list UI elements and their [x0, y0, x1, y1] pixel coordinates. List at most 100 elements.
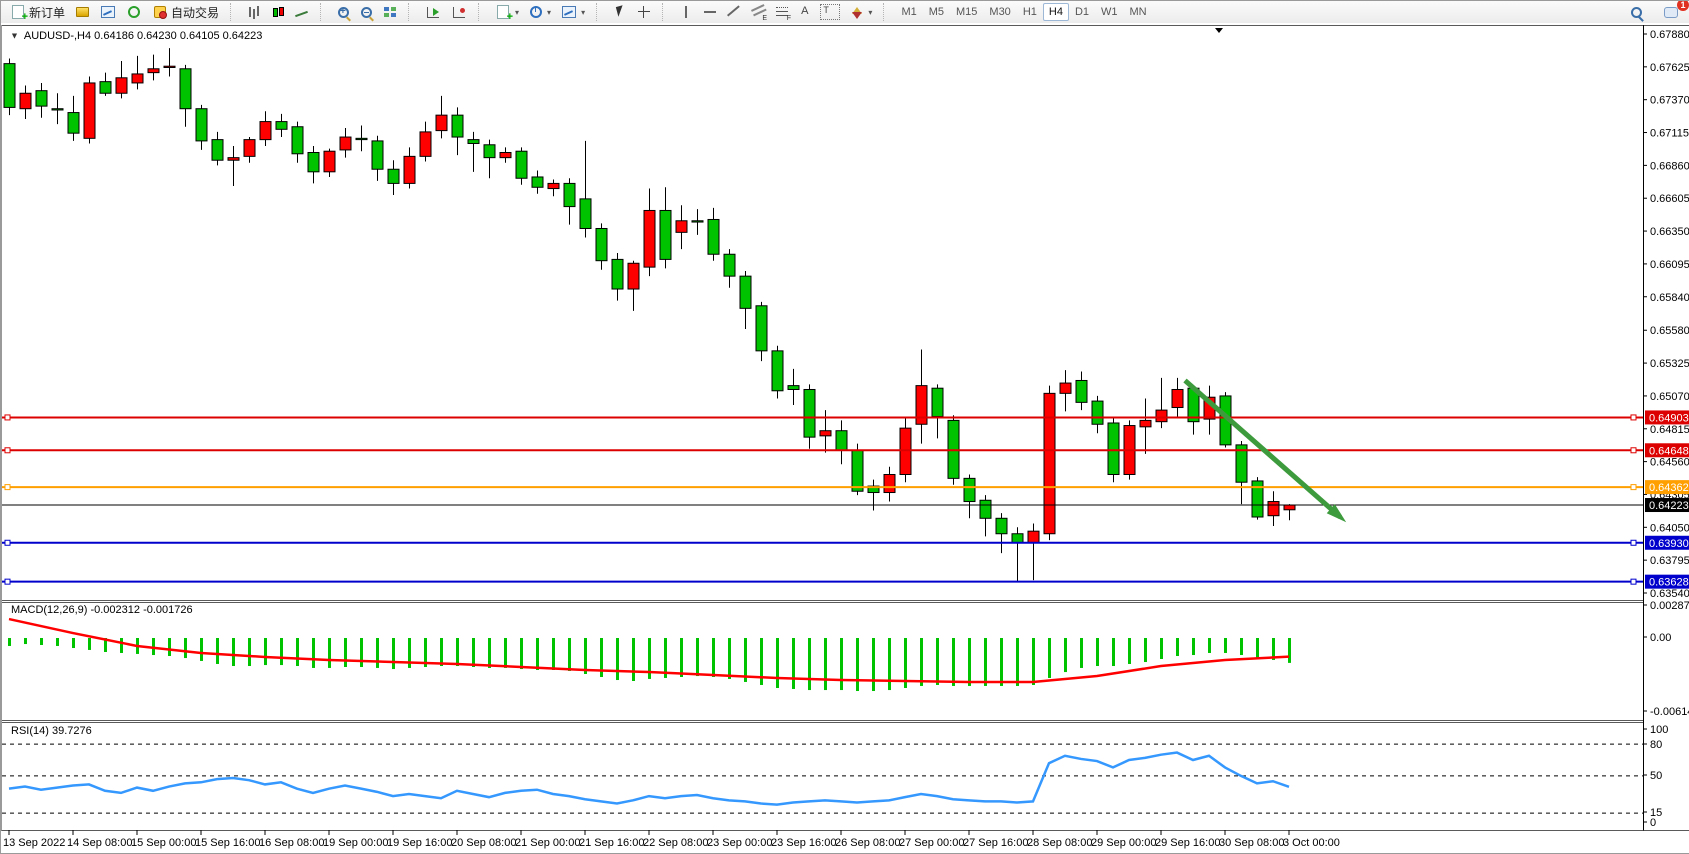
zoom-out-icon	[361, 7, 372, 18]
channel-icon	[751, 5, 765, 19]
svg-text:28 Sep 08:00: 28 Sep 08:00	[1027, 837, 1092, 849]
candlestick-chart-button[interactable]	[266, 3, 290, 21]
rsi-indicator-label: RSI(14) 39.7276	[11, 725, 92, 737]
svg-text:50: 50	[1650, 770, 1662, 782]
auto-trading-label: 自动交易	[171, 4, 219, 21]
chart-window-icon	[101, 6, 115, 18]
svg-text:0.67625: 0.67625	[1650, 62, 1689, 74]
cursor-button[interactable]	[608, 3, 632, 21]
channel-button[interactable]	[746, 3, 770, 21]
svg-text:0.63540: 0.63540	[1650, 588, 1689, 600]
svg-text:13 Sep 2022: 13 Sep 2022	[3, 837, 65, 849]
line-chart-button[interactable]	[290, 3, 314, 21]
svg-text:21 Sep 16:00: 21 Sep 16:00	[579, 837, 644, 849]
arrow-objects-button[interactable]: ▾	[845, 3, 877, 21]
timeframe-m30[interactable]: M30	[983, 3, 1016, 21]
auto-trading-button[interactable]: 自动交易	[147, 3, 224, 21]
text-tool-button[interactable]: A	[794, 3, 815, 21]
svg-text:23 Sep 16:00: 23 Sep 16:00	[771, 837, 836, 849]
text-label-button[interactable]: T	[815, 3, 845, 21]
horizontal-line-button[interactable]	[698, 3, 722, 21]
zoom-out-button[interactable]	[355, 3, 378, 21]
svg-text:0.64223: 0.64223	[1649, 500, 1689, 512]
tile-windows-icon	[383, 5, 397, 19]
chart-collapse-icon[interactable]: ▼	[10, 31, 19, 41]
horizontal-line-icon	[703, 5, 717, 19]
dropdown-arrow-icon: ▾	[515, 8, 519, 17]
svg-text:0.65325: 0.65325	[1650, 358, 1689, 370]
timeframe-w1[interactable]: W1	[1095, 3, 1124, 21]
trendline-button[interactable]	[722, 3, 746, 21]
template-button[interactable]: ▾	[556, 3, 590, 21]
timeframe-h4[interactable]: H4	[1043, 3, 1069, 21]
main-toolbar: 新订单 自动交易 ▾ ▾	[1, 1, 1689, 24]
zoom-in-button[interactable]	[332, 3, 355, 21]
comment-icon	[1664, 7, 1678, 18]
symbol-ohlc-title: AUDUSD-,H4 0.64186 0.64230 0.64105 0.642…	[24, 30, 263, 42]
timeframe-group: M1 M5 M15 M30 H1 H4 D1 W1 MN	[891, 1, 1156, 23]
template-icon	[562, 6, 576, 18]
timeframe-m5[interactable]: M5	[923, 3, 950, 21]
svg-text:22 Sep 08:00: 22 Sep 08:00	[643, 837, 708, 849]
tile-windows-button[interactable]	[378, 3, 402, 21]
arrow-objects-icon	[850, 5, 864, 19]
chart-window-button[interactable]	[95, 3, 121, 21]
svg-text:15 Sep 00:00: 15 Sep 00:00	[131, 837, 196, 849]
svg-text:0.64362: 0.64362	[1649, 482, 1689, 494]
macd-indicator-label: MACD(12,26,9) -0.002312 -0.001726	[11, 604, 193, 616]
dropdown-arrow-icon: ▾	[547, 8, 551, 17]
svg-text:27 Sep 16:00: 27 Sep 16:00	[963, 837, 1028, 849]
auto-scroll-button[interactable]	[420, 3, 446, 21]
auto-trading-icon	[154, 6, 166, 18]
toolbar-separator	[662, 3, 668, 21]
toolbar-separator	[320, 3, 326, 21]
svg-text:0.66860: 0.66860	[1650, 160, 1689, 172]
svg-text:0.64648: 0.64648	[1649, 445, 1689, 457]
svg-text:21 Sep 00:00: 21 Sep 00:00	[515, 837, 580, 849]
search-button[interactable]	[1625, 3, 1648, 21]
fibonacci-button[interactable]	[770, 3, 794, 21]
terminal-window: { "toolbar": { "new_order_label": "新订单",…	[0, 0, 1689, 854]
svg-text:0.002876: 0.002876	[1650, 600, 1689, 612]
timeframe-m1[interactable]: M1	[895, 3, 922, 21]
timeframe-d1[interactable]: D1	[1069, 3, 1095, 21]
bar-chart-button[interactable]	[242, 3, 266, 21]
auto-scroll-icon	[427, 7, 439, 18]
market-watch-button[interactable]	[70, 3, 95, 21]
dropdown-arrow-icon: ▾	[581, 8, 585, 17]
svg-text:100: 100	[1650, 724, 1668, 736]
toolbar-separator	[230, 3, 236, 21]
svg-text:0.63795: 0.63795	[1650, 555, 1689, 567]
dropdown-arrow-icon: ▾	[868, 8, 872, 17]
svg-text:0.67370: 0.67370	[1650, 95, 1689, 107]
svg-text:0.66350: 0.66350	[1650, 226, 1689, 238]
svg-text:29 Sep 16:00: 29 Sep 16:00	[1155, 837, 1220, 849]
chart-shift-icon	[453, 7, 465, 18]
svg-text:26 Sep 08:00: 26 Sep 08:00	[835, 837, 900, 849]
candlestick-icon	[271, 5, 285, 19]
svg-text:16 Sep 08:00: 16 Sep 08:00	[259, 837, 324, 849]
notifications-button[interactable]: 1	[1658, 3, 1684, 21]
svg-text:0.67880: 0.67880	[1650, 29, 1689, 41]
period-clock-button[interactable]: ▾	[524, 3, 556, 21]
signals-button[interactable]	[121, 3, 147, 21]
crosshair-button[interactable]	[632, 3, 656, 21]
svg-text:30 Sep 08:00: 30 Sep 08:00	[1219, 837, 1284, 849]
svg-text:3 Oct 00:00: 3 Oct 00:00	[1283, 837, 1340, 849]
new-order-label: 新订单	[29, 4, 65, 21]
chart-canvas[interactable]: 0.678800.676250.673700.671150.668600.666…	[1, 23, 1689, 853]
vertical-line-button[interactable]	[674, 3, 698, 21]
new-chart-button[interactable]: ▾	[490, 3, 524, 21]
chart-shift-button[interactable]	[446, 3, 472, 21]
svg-text:23 Sep 00:00: 23 Sep 00:00	[707, 837, 772, 849]
svg-text:0.63930: 0.63930	[1649, 538, 1689, 550]
line-chart-icon	[295, 5, 309, 19]
zoom-in-icon	[338, 7, 349, 18]
new-order-icon	[12, 5, 24, 19]
timeframe-h1[interactable]: H1	[1017, 3, 1043, 21]
svg-text:19 Sep 16:00: 19 Sep 16:00	[387, 837, 452, 849]
svg-text:0.64050: 0.64050	[1650, 522, 1689, 534]
timeframe-m15[interactable]: M15	[950, 3, 983, 21]
timeframe-mn[interactable]: MN	[1124, 3, 1153, 21]
new-order-button[interactable]: 新订单	[5, 3, 70, 21]
